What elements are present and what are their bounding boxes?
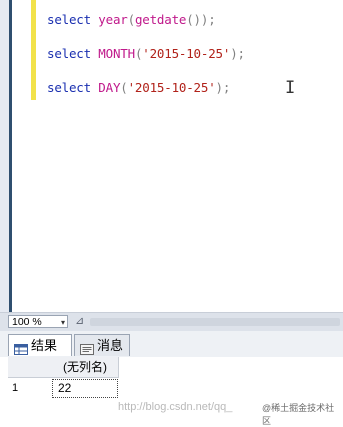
function-name: DAY [98, 80, 121, 95]
query-editor[interactable]: select year(getdate()); select MONTH('20… [0, 0, 343, 312]
row-number[interactable]: 1 [8, 378, 52, 398]
outline-bar [9, 0, 12, 312]
zoom-dropdown[interactable]: 100 % ▾ [8, 315, 68, 328]
watermark-text: http://blog.csdn.net/qq_ [118, 401, 233, 413]
change-tracking-bar [31, 0, 36, 100]
punctuation: ( [120, 80, 128, 95]
watermark-badge: @稀土掘金技术社区 [262, 403, 335, 426]
chevron-down-icon: ▾ [60, 318, 65, 327]
table-cell[interactable]: 22 [52, 379, 118, 398]
punctuation: ()); [186, 12, 216, 27]
code-line-3[interactable]: select DAY('2015-10-25'); [47, 80, 230, 95]
function-name: getdate [134, 12, 187, 27]
function-name: year [98, 12, 128, 27]
column-header[interactable]: (无列名) [52, 357, 119, 378]
ibeam-cursor-icon: I [285, 78, 296, 98]
results-grid[interactable]: (无列名) 1 22 http://blog.csdn.net/qq_ @稀土掘… [0, 357, 343, 426]
string-literal: '2015-10-25' [142, 46, 231, 61]
code-line-2[interactable]: select MONTH('2015-10-25'); [47, 46, 245, 61]
function-name: MONTH [98, 46, 135, 61]
tab-messages[interactable]: 消息 [74, 334, 130, 356]
punctuation: ); [215, 80, 231, 95]
tab-results[interactable]: 结果 [8, 334, 72, 356]
keyword: select [47, 12, 91, 27]
code-line-1[interactable]: select year(getdate()); [47, 12, 216, 27]
message-icon [80, 340, 94, 355]
keyword: select [47, 46, 91, 61]
grid-icon [14, 340, 28, 355]
horizontal-scrollbar[interactable] [90, 318, 340, 326]
punctuation: ); [230, 46, 245, 61]
pin-icon[interactable]: ⊿ [75, 314, 84, 327]
grid-corner-header[interactable] [8, 357, 53, 378]
keyword: select [47, 80, 91, 95]
editor-margin [0, 0, 9, 312]
string-literal: '2015-10-25' [127, 80, 216, 95]
tab-results-label: 结果 [31, 338, 58, 353]
tab-messages-label: 消息 [97, 338, 124, 353]
zoom-value: 100 % [12, 316, 42, 328]
editor-status-bar: 100 % ▾ ⊿ [0, 312, 343, 331]
results-tab-strip: 结果 消息 [0, 331, 343, 358]
punctuation: ( [127, 12, 136, 27]
